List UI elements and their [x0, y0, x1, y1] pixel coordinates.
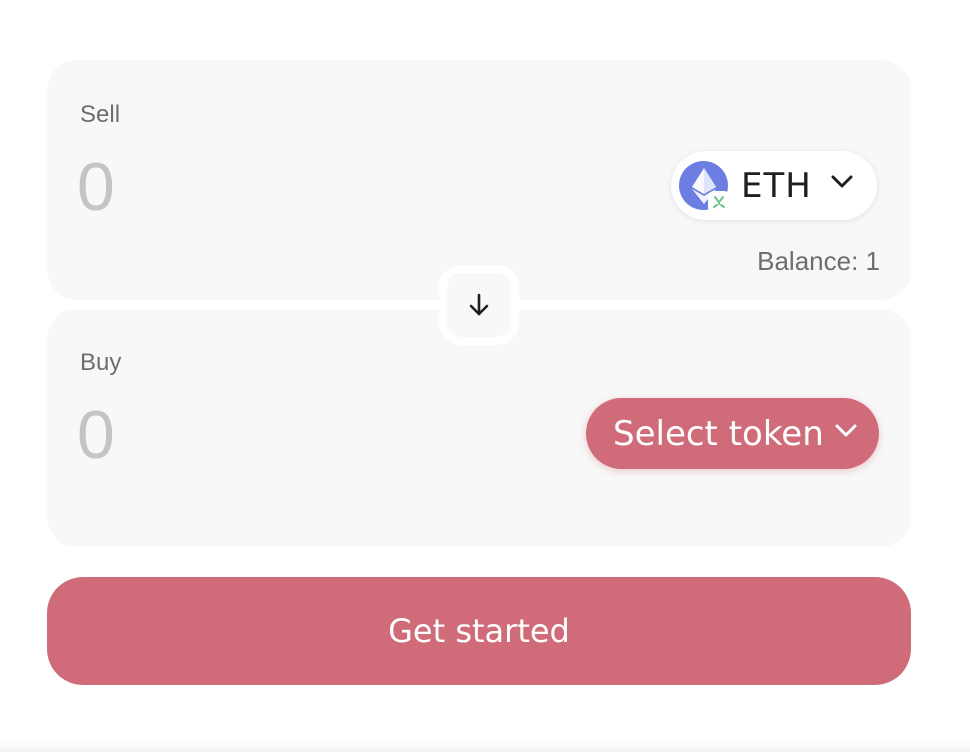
swap-widget: Sell 0 ETH Balance: 1 Buy 0 Select token…: [0, 0, 970, 752]
buy-amount-input[interactable]: [77, 395, 457, 475]
sell-token-selector[interactable]: ETH: [671, 151, 877, 220]
chevron-down-icon: [835, 424, 857, 443]
sell-label: Sell: [80, 101, 121, 128]
chevron-down-icon: [831, 175, 853, 194]
get-started-label: Get started: [388, 612, 570, 650]
arrow-down-icon: [469, 293, 489, 316]
bottom-edge-divider: [0, 740, 970, 752]
ethereum-logo-icon: [679, 161, 730, 213]
sell-panel: Sell 0 ETH Balance: 1: [47, 60, 911, 300]
sell-amount-input[interactable]: [77, 147, 457, 227]
chain-badge-icon: [708, 191, 730, 213]
sell-balance: Balance: 1: [757, 246, 880, 276]
select-token-label: Select token: [613, 413, 824, 454]
buy-label: Buy: [80, 349, 122, 376]
get-started-button[interactable]: Get started: [47, 577, 911, 685]
swap-direction-button[interactable]: [439, 265, 519, 345]
select-token-button[interactable]: Select token: [586, 398, 879, 469]
sell-token-symbol: ETH: [741, 165, 812, 206]
